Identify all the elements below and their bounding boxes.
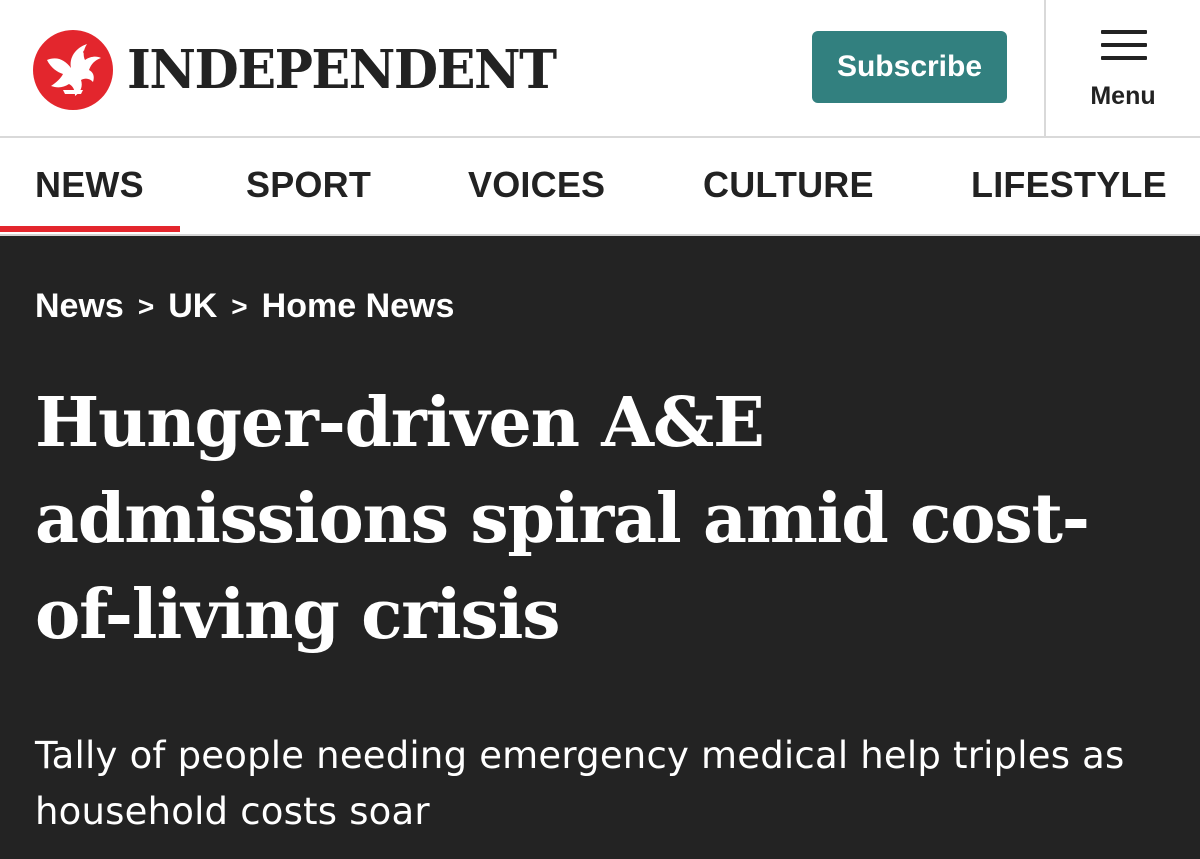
- menu-button[interactable]: Menu: [1046, 0, 1200, 136]
- breadcrumb: News > UK > Home News: [35, 287, 454, 326]
- article-header: News > UK > Home News Hunger-driven A&E …: [0, 236, 1200, 859]
- tab-voices[interactable]: VOICES: [468, 164, 605, 206]
- article-standfirst: Tally of people needing emergency medica…: [35, 734, 1125, 833]
- active-tab-indicator: [0, 226, 180, 232]
- breadcrumb-news[interactable]: News: [35, 287, 124, 326]
- subscribe-button[interactable]: Subscribe: [812, 31, 1007, 103]
- breadcrumb-separator: >: [137, 290, 155, 322]
- tab-news[interactable]: NEWS: [35, 164, 144, 206]
- article-headline: Hunger-driven A&E admissions spiral amid…: [35, 383, 1090, 655]
- tab-sport[interactable]: SPORT: [246, 164, 371, 206]
- breadcrumb-uk[interactable]: UK: [168, 287, 217, 326]
- breadcrumb-home-news[interactable]: Home News: [262, 287, 455, 326]
- logo-wordmark: INDEPENDENT: [127, 37, 557, 101]
- site-logo[interactable]: INDEPENDENT: [33, 30, 557, 110]
- breadcrumb-separator: >: [231, 290, 248, 322]
- hamburger-icon: [1101, 30, 1147, 60]
- tab-lifestyle[interactable]: LIFESTYLE: [971, 164, 1167, 206]
- eagle-icon: [33, 30, 113, 110]
- menu-label: Menu: [1090, 82, 1156, 110]
- section-nav: NEWS SPORT VOICES CULTURE LIFESTYLE: [0, 138, 1200, 236]
- site-header: INDEPENDENT Subscribe Menu: [0, 0, 1200, 138]
- tab-culture[interactable]: CULTURE: [703, 164, 874, 206]
